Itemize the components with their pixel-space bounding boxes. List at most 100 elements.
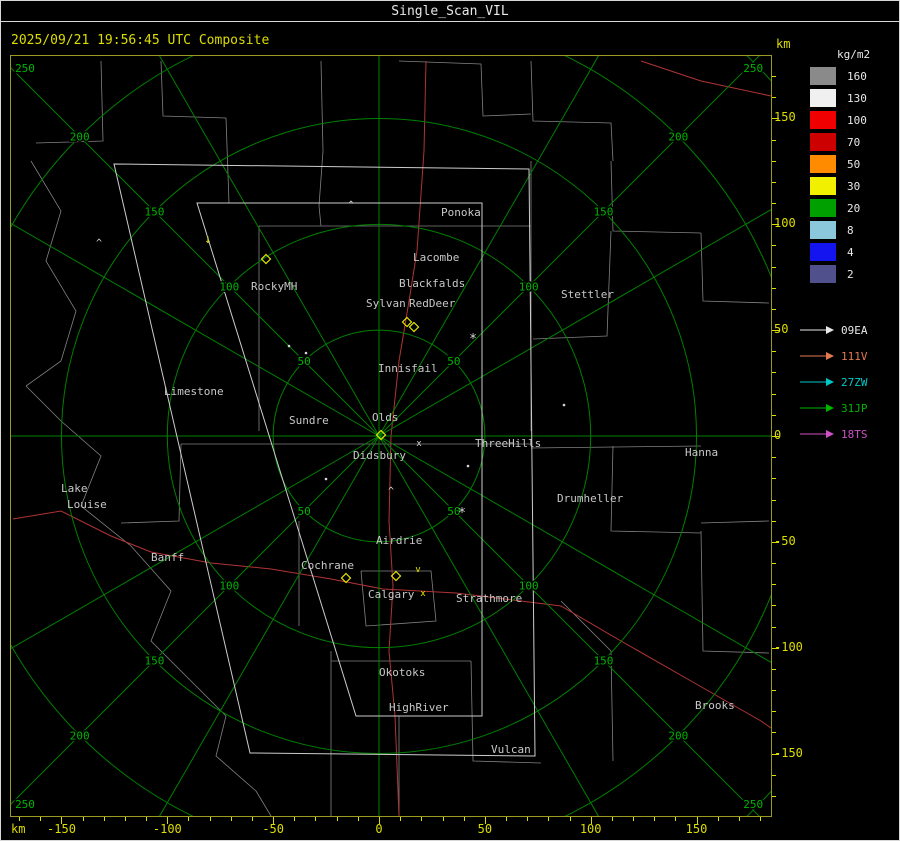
- right-axis-label: 150: [774, 110, 796, 125]
- city-label: RedDeer: [409, 297, 456, 310]
- colorbar-row: 70: [809, 131, 867, 153]
- range-ring-label: 200: [70, 131, 90, 144]
- county-boundary: [610, 160, 702, 234]
- ex-marker-icon: x: [416, 439, 422, 449]
- city-label: Hanna: [685, 446, 718, 459]
- bottom-tick: [675, 817, 677, 821]
- station-arrow-icon: [800, 378, 834, 386]
- city-label: Sundre: [289, 414, 329, 427]
- right-axis-unit: km: [776, 37, 791, 51]
- bottom-tick: [230, 817, 232, 821]
- right-axis-label: 50: [774, 322, 789, 337]
- station-row: 18TS: [799, 421, 868, 447]
- colorbar-swatch: [809, 242, 837, 262]
- colorbar-row: 8: [809, 219, 867, 241]
- right-tick: [772, 690, 776, 691]
- right-tick: [772, 414, 776, 416]
- bottom-tick: [82, 817, 84, 821]
- station-id: 27ZW: [841, 375, 868, 389]
- city-label: Limestone: [164, 385, 224, 398]
- azimuth-spoke: [378, 435, 771, 663]
- range-ring-label: 250: [15, 798, 35, 811]
- bottom-axis-label: 50: [477, 822, 493, 836]
- bottom-tick: [760, 817, 761, 821]
- city-label: Stettler: [561, 288, 614, 301]
- right-tick: [772, 308, 776, 310]
- colorbar-row: 50: [809, 153, 867, 175]
- bottom-tick: [40, 817, 42, 821]
- station-arrow-icon: [800, 352, 834, 360]
- bottom-tick: [124, 817, 126, 821]
- colorbar-row: 20: [809, 197, 867, 219]
- city-label: Strathmore: [456, 592, 522, 605]
- county-boundary: [610, 445, 702, 534]
- map-frame: 50 100 150 200 250 50 100 150 200 250 50 100 150 200 2…: [11, 56, 771, 816]
- bottom-tick: [590, 817, 592, 824]
- colorbar-row: 130: [809, 87, 867, 109]
- bottom-axis-label: -50: [262, 822, 284, 836]
- right-axis-label: -150: [774, 745, 803, 760]
- radar-map-canvas: 50 100 150 200 250 50 100 150 200 250 50 100 150 200 2…: [11, 56, 771, 816]
- arrow-down-marker-icon: ↓: [204, 232, 211, 246]
- city-label: Brooks: [695, 699, 735, 712]
- colorbar-row: 2: [809, 263, 867, 285]
- right-tick: [772, 478, 776, 480]
- right-axis-label: 100: [774, 216, 796, 231]
- range-ring-label: 100: [519, 580, 539, 593]
- city-label: Lacombe: [413, 251, 459, 264]
- right-tick: [772, 76, 776, 78]
- colorbar-swatch: [809, 110, 837, 130]
- range-ring-label: 150: [594, 205, 614, 218]
- right-tick: [772, 139, 776, 141]
- right-tick: [772, 563, 776, 564]
- city-label: Innisfail: [378, 362, 438, 375]
- county-boundary: [700, 520, 770, 524]
- county-boundary: [25, 385, 272, 816]
- right-tick: [772, 224, 779, 226]
- city-label: Blackfalds: [399, 277, 465, 290]
- city-label: Olds: [372, 411, 399, 424]
- bottom-tick: [103, 817, 105, 821]
- range-ring-label: 50: [447, 355, 460, 368]
- bottom-tick: [146, 817, 148, 821]
- city-label: HighRiver: [389, 701, 449, 714]
- bottom-tick: [611, 817, 613, 821]
- right-axis-label: 0: [774, 428, 782, 442]
- right-tick: [772, 774, 776, 776]
- range-ring-label: 150: [145, 655, 165, 668]
- county-boundary: [318, 60, 324, 227]
- station-id: 18TS: [841, 427, 868, 441]
- city-label: Louise: [67, 498, 107, 511]
- bottom-tick: [400, 817, 402, 821]
- county-boundary: [532, 230, 612, 340]
- caret-marker-icon: ^: [96, 238, 102, 249]
- right-tick: [772, 541, 779, 543]
- colorbar-value: 2: [847, 267, 854, 281]
- colorbar-value: 130: [847, 91, 867, 105]
- star-marker-icon: *: [469, 332, 477, 347]
- colorbar-swatch: [809, 198, 837, 218]
- city-label: Sylvan: [366, 297, 406, 310]
- colorbar-swatch: [809, 88, 837, 108]
- bottom-tick: [294, 817, 296, 821]
- range-ring-label: 100: [219, 580, 239, 593]
- county-boundary: [530, 445, 702, 449]
- bottom-tick: [188, 817, 190, 821]
- right-tick: [772, 668, 776, 670]
- right-tick: [772, 160, 776, 162]
- county-boundary: [398, 60, 532, 117]
- bottom-tick: [379, 817, 380, 824]
- colorbar-value: 160: [847, 69, 867, 83]
- range-ring-label: 200: [668, 729, 688, 742]
- bottom-tick: [357, 817, 359, 821]
- colorbar-value: 4: [847, 245, 854, 259]
- right-tick: [772, 266, 776, 268]
- city-label: Airdrie: [376, 534, 422, 547]
- right-tick: [772, 118, 779, 120]
- ex-marker-icon: x: [420, 589, 426, 599]
- right-tick: [772, 584, 776, 586]
- right-tick: [772, 393, 776, 395]
- city-label: Didsbury: [353, 449, 406, 462]
- range-ring-label: 100: [519, 280, 539, 293]
- bottom-tick: [569, 817, 571, 821]
